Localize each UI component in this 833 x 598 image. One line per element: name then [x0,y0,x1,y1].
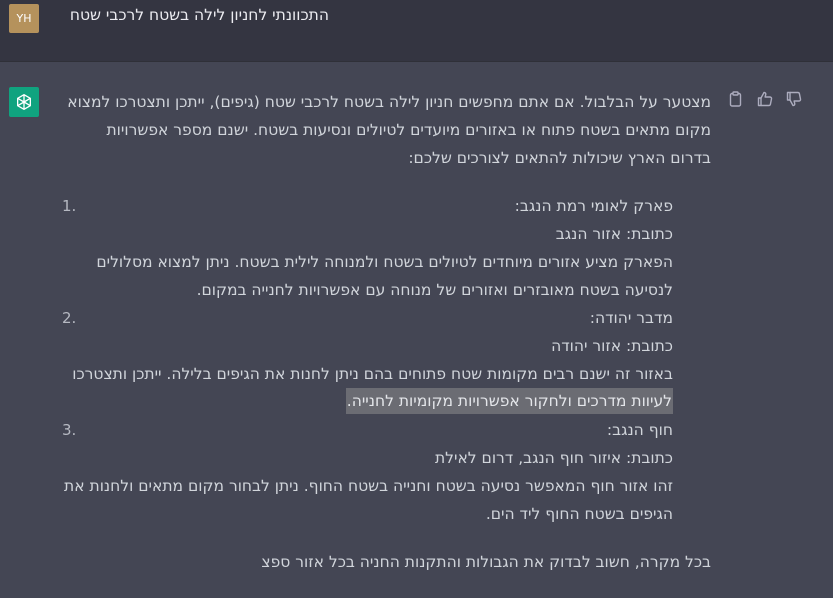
intro-line: מקום מתאים בשטח פתוח או באזורים מיועדים … [106,121,712,139]
clipboard-icon [729,90,742,107]
user-message-text: התכוונתי לחניון לילה בשטח לרכבי שטח [69,6,329,24]
list-item-text: הגיפים בשטח החוף ליד הים. [485,505,673,523]
user-avatar: YH [9,4,39,33]
thumbs-up-icon [757,91,772,106]
list-item-address: כתובת: איזור חוף הנגב, דרום לאילת [434,449,673,467]
list-item-title: מדבר יהודה: [589,309,673,327]
message-actions [727,90,802,108]
intro-line: בדרום הארץ שיכולות להתאים לצורכים שלכם: [408,149,711,167]
list-item-text: באזור זה ישנם רבים מקומות שטח פתוחים בהם… [72,365,673,383]
list-item-title: פארק לאומי רמת הנגב: [514,197,673,215]
user-message-row: YH התכוונתי לחניון לילה בשטח לרכבי שטח [0,0,833,62]
dislike-button[interactable] [785,90,802,107]
list-item-text: הפארק מציע אזורים מיוחדים לטיולים בשטח ו… [96,253,673,271]
list-number: 2. [62,309,77,327]
list-item-address: כתובת: אזור הנגב [555,225,673,243]
like-button[interactable] [756,90,773,107]
list-item-address: כתובת: אזור יהודה [551,337,673,355]
selected-text[interactable]: לעיוות מדרכים ולחקור אפשרויות מקומיות לח… [345,388,673,414]
list-item-text: זהו אזור חוף המאפשר נסיעה בשטח וחנייה בש… [64,477,673,495]
list-number: 1. [62,197,77,215]
list-number: 3. [62,421,77,439]
list-item-text: לנסיעה בשטח מאובזרים ואזורים של מנוחה עם… [196,281,673,299]
list-item-title: חוף הנגב: [606,421,673,439]
openai-logo-icon [9,87,39,117]
copy-button[interactable] [727,90,744,107]
intro-line: מצטער על הבלבול. אם אתם מחפשים חניון ליל… [67,93,711,111]
assistant-message-row: מצטער על הבלבול. אם אתם מחפשים חניון ליל… [0,62,833,598]
thumbs-down-icon [786,91,801,106]
closing-line: בכל מקרה, חשוב לבדוק את הגבולות והתקנות … [261,553,711,571]
